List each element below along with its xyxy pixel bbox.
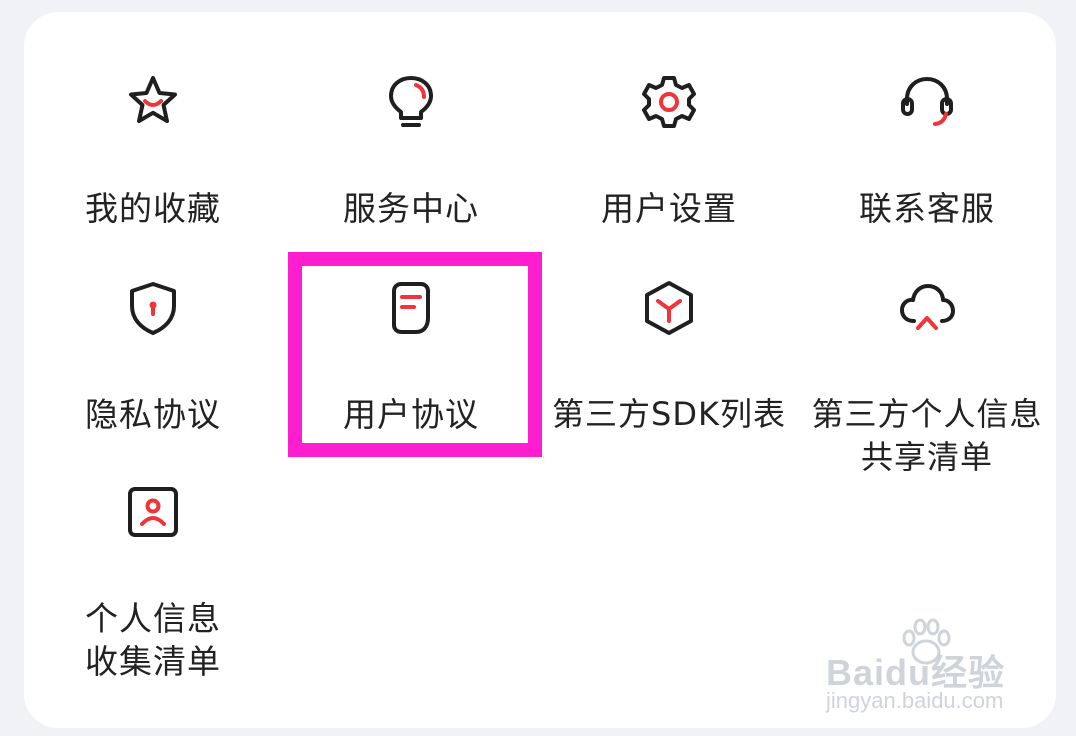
- menu-item-user-agreement[interactable]: 用户协议: [282, 218, 540, 434]
- gear-icon: [639, 72, 699, 132]
- menu-item-label: 用户协议: [343, 395, 479, 434]
- menu-item-favorites[interactable]: 我的收藏: [24, 12, 282, 228]
- document-icon: [381, 278, 441, 338]
- menu-item-third-party-info-sharing-list[interactable]: 第三方个人信息共享清单: [798, 218, 1056, 476]
- headset-icon: [897, 72, 957, 132]
- lightbulb-icon: [381, 72, 441, 132]
- person-card-icon: [123, 482, 183, 542]
- cube-icon: [639, 278, 699, 338]
- menu-item-user-settings[interactable]: 用户设置: [540, 12, 798, 228]
- star-icon: [123, 72, 183, 132]
- watermark-url: jingyan.baidu.com: [826, 688, 1004, 713]
- menu-item-label: 个人信息收集清单: [85, 599, 221, 681]
- menu-item-third-party-sdk-list[interactable]: 第三方SDK列表: [540, 218, 798, 433]
- menu-item-service-center[interactable]: 服务中心: [282, 12, 540, 228]
- baidu-jingyan-watermark: Baidu经验 jingyan.baidu.com: [826, 618, 1036, 718]
- menu-item-personal-info-collection-list[interactable]: 个人信息收集清单: [24, 422, 282, 681]
- menu-item-label: 第三方SDK列表: [552, 395, 786, 433]
- menu-item-label: 第三方个人信息共享清单: [811, 395, 1043, 476]
- cloud-icon: [897, 278, 957, 338]
- shield-icon: [123, 278, 183, 338]
- menu-item-contact-support[interactable]: 联系客服: [798, 12, 1056, 228]
- menu-item-privacy-policy[interactable]: 隐私协议: [24, 218, 282, 434]
